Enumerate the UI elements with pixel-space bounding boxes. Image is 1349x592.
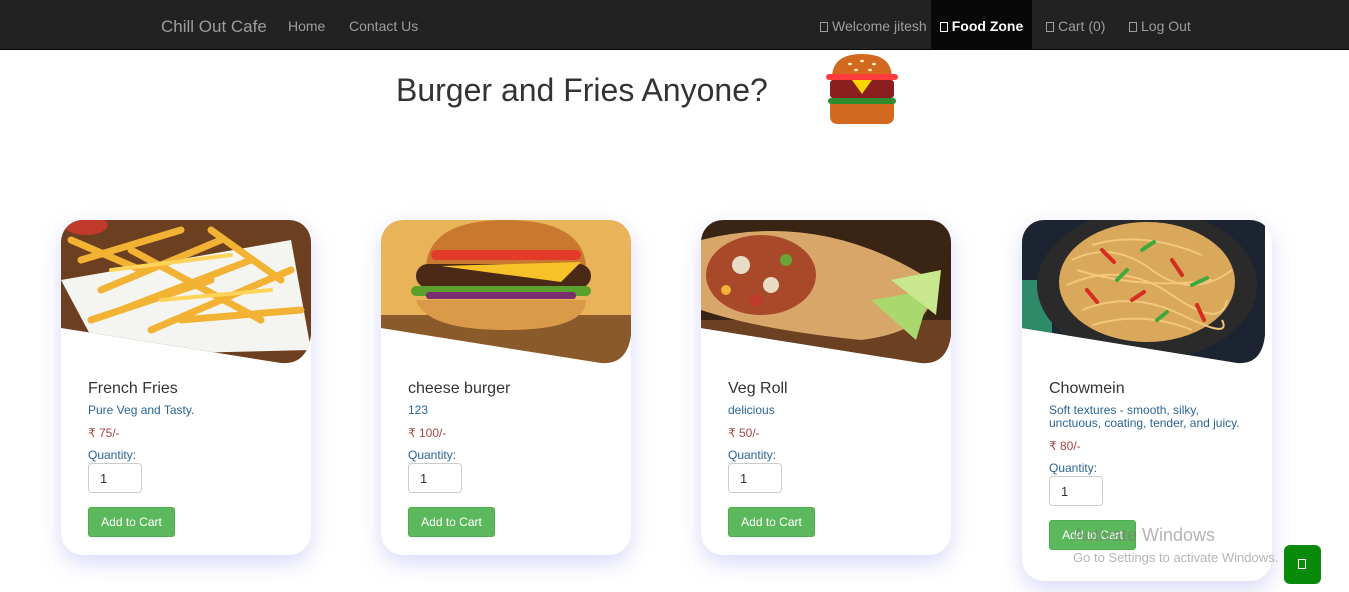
product-image-veg-roll (701, 220, 951, 365)
nav-food-zone-link[interactable]: Food Zone (931, 0, 1032, 50)
nav-logout-link[interactable]: Log Out (1129, 0, 1191, 50)
page-title: Burger and Fries Anyone? (396, 72, 768, 108)
chat-button[interactable] (1284, 545, 1321, 584)
product-description: delicious (728, 403, 775, 417)
add-to-cart-button[interactable]: Add to Cart (408, 507, 495, 537)
quantity-input[interactable] (408, 463, 462, 493)
nav-cart-link[interactable]: Cart (0) (1046, 0, 1105, 50)
welcome-label: Welcome jitesh (832, 18, 927, 34)
activate-windows-subtitle: Go to Settings to activate Windows. (1073, 550, 1279, 565)
product-name: Veg Roll (728, 380, 788, 397)
product-card-cheese-burger: cheese burger 123 ₹ 100/- Quantity: Add … (381, 220, 631, 555)
product-image-cheese-burger (381, 220, 631, 365)
product-description: Soft textures - smooth, silky, unctuous,… (1049, 403, 1240, 430)
activate-windows-title: Activate Windows (1073, 525, 1216, 545)
product-image-french-fries (61, 220, 311, 365)
product-name: Chowmein (1049, 380, 1125, 397)
quantity-input[interactable] (88, 463, 142, 493)
quantity-label: Quantity: (88, 448, 137, 462)
cart-icon (1046, 22, 1054, 32)
quantity-label: Quantity: (408, 448, 457, 462)
nav-home-link[interactable]: Home (288, 0, 325, 50)
brand-link[interactable]: Chill Out Cafe (161, 0, 267, 50)
food-zone-label: Food Zone (951, 18, 1024, 34)
quantity-input[interactable] (1049, 476, 1103, 506)
product-description: Pure Veg and Tasty. (88, 403, 195, 417)
user-icon (820, 22, 828, 32)
product-price: ₹ 50/- (728, 426, 760, 440)
logout-icon (1129, 22, 1137, 32)
quantity-label: Quantity: (1049, 461, 1098, 475)
product-card-veg-roll: Veg Roll delicious ₹ 50/- Quantity: Add … (701, 220, 951, 555)
product-price: ₹ 80/- (1049, 439, 1081, 453)
nav-welcome-link[interactable]: Welcome jitesh (820, 0, 927, 50)
product-image-chowmein (1022, 220, 1272, 365)
chat-icon (1298, 559, 1306, 569)
navbar: Chill Out Cafe Home Contact Us Welcome j… (0, 0, 1349, 50)
add-to-cart-button[interactable]: Add to Cart (728, 507, 815, 537)
product-description: 123 (408, 403, 429, 417)
quantity-label: Quantity: (728, 448, 777, 462)
cart-label: Cart (0) (1058, 18, 1106, 34)
product-name: French Fries (88, 380, 178, 397)
logout-label: Log Out (1141, 18, 1191, 34)
nav-contact-link[interactable]: Contact Us (349, 0, 418, 50)
product-name: cheese burger (408, 380, 511, 397)
product-price: ₹ 75/- (88, 426, 120, 440)
food-icon (939, 22, 948, 32)
product-card-french-fries: French Fries Pure Veg and Tasty. ₹ 75/- … (61, 220, 311, 555)
burger-icon (826, 54, 898, 124)
quantity-input[interactable] (728, 463, 782, 493)
add-to-cart-button[interactable]: Add to Cart (88, 507, 175, 537)
product-price: ₹ 100/- (408, 426, 447, 440)
